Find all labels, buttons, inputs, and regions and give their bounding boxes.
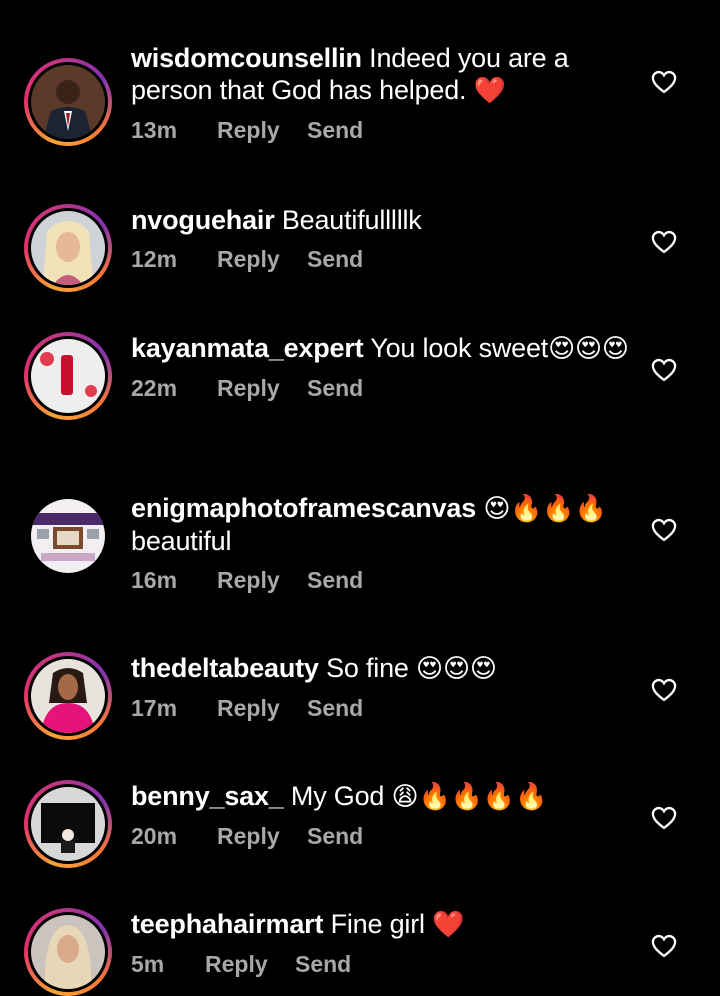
comment-time: 12m (131, 246, 178, 272)
comment-text: nvoguehair Beautifulllllk (131, 204, 631, 236)
avatar (31, 659, 105, 733)
avatar (31, 65, 105, 139)
like-heart-icon[interactable] (650, 804, 678, 832)
avatar-story-ring[interactable] (24, 908, 112, 996)
comment-time: 17m (131, 695, 178, 721)
reply-button[interactable]: Reply (205, 951, 295, 978)
comment-emoji: 😍😍😍 (416, 654, 497, 684)
comment-time: 20m (131, 823, 178, 849)
comment-body: So fine (326, 653, 409, 683)
avatar (31, 339, 105, 413)
comment-time: 22m (131, 375, 178, 401)
comment-text: thedeltabeauty So fine 😍😍😍 (131, 652, 631, 685)
reply-button[interactable]: Reply (217, 567, 307, 594)
comment-emoji: ❤️ (473, 76, 506, 106)
reply-button[interactable]: Reply (217, 117, 307, 144)
comment-username[interactable]: enigmaphotoframescanvas (131, 493, 476, 523)
comment-body: beautiful (131, 526, 232, 556)
comment-emoji: ❤️ (432, 910, 465, 940)
send-button[interactable]: Send (307, 823, 363, 850)
comment-username[interactable]: kayanmata_expert (131, 333, 364, 363)
comment-username[interactable]: benny_sax_ (131, 781, 284, 811)
comment-time: 5m (131, 951, 165, 977)
comment-emoji: 😍😍😍 (548, 334, 629, 364)
reply-button[interactable]: Reply (217, 375, 307, 402)
like-heart-icon[interactable] (650, 676, 678, 704)
avatar-story-ring[interactable] (24, 652, 112, 740)
avatar[interactable] (24, 492, 112, 580)
avatar-story-ring[interactable] (24, 780, 112, 868)
send-button[interactable]: Send (307, 567, 363, 594)
reply-button[interactable]: Reply (217, 246, 307, 273)
reply-button[interactable]: Reply (217, 695, 307, 722)
comment-text: enigmaphotoframescanvas 😍🔥🔥🔥 beautiful (131, 492, 631, 557)
comment-username[interactable]: teephahairmart (131, 909, 323, 939)
like-heart-icon[interactable] (650, 356, 678, 384)
comment-username[interactable]: nvoguehair (131, 205, 275, 235)
avatar (31, 915, 105, 989)
like-heart-icon[interactable] (650, 932, 678, 960)
comments-list: wisdomcounsellin Indeed you are a person… (0, 0, 720, 996)
avatar (31, 211, 105, 285)
comment-body: My God (290, 781, 385, 811)
send-button[interactable]: Send (307, 117, 363, 144)
like-heart-icon[interactable] (650, 516, 678, 544)
comment-body: Fine girl (330, 909, 425, 939)
send-button[interactable]: Send (307, 695, 363, 722)
avatar-image (31, 499, 105, 573)
avatar-story-ring[interactable] (24, 332, 112, 420)
comment-body: You look sweet (370, 333, 549, 363)
like-heart-icon[interactable] (650, 228, 678, 256)
comment-time: 13m (131, 117, 178, 143)
comment-username[interactable]: wisdomcounsellin (131, 43, 362, 73)
avatar-story-ring[interactable] (24, 204, 112, 292)
send-button[interactable]: Send (295, 951, 351, 978)
comment-time: 16m (131, 567, 178, 593)
comment-text: benny_sax_ My God 😩🔥🔥🔥🔥 (131, 780, 631, 813)
send-button[interactable]: Send (307, 246, 363, 273)
comment-body: Beautifulllllk (281, 205, 422, 235)
comment-text: teephahairmart Fine girl ❤️ (131, 908, 631, 941)
avatar-story-ring[interactable] (24, 58, 112, 146)
comment-text: wisdomcounsellin Indeed you are a person… (131, 42, 631, 107)
reply-button[interactable]: Reply (217, 823, 307, 850)
comment-emoji: 😍🔥🔥🔥 (483, 494, 607, 524)
comment-username[interactable]: thedeltabeauty (131, 653, 319, 683)
send-button[interactable]: Send (307, 375, 363, 402)
avatar (31, 787, 105, 861)
comment-text: kayanmata_expert You look sweet😍😍😍 (131, 332, 631, 365)
comment-emoji: 😩🔥🔥🔥🔥 (391, 782, 548, 812)
like-heart-icon[interactable] (650, 68, 678, 96)
